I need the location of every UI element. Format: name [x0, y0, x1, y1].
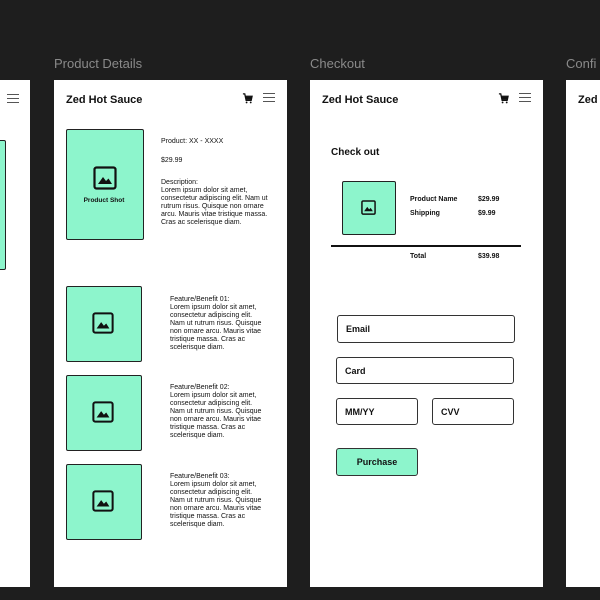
feature-text: Lorem ipsum dolor sit amet, consectetur … — [170, 392, 262, 439]
cart-icon[interactable] — [498, 93, 509, 104]
product-name-label: Product Name — [410, 196, 458, 203]
product-id: Product: XX - XXXX — [161, 138, 224, 145]
image-placeholder-icon — [93, 166, 117, 190]
product-price: $29.99 — [161, 157, 183, 164]
menu-icon[interactable] — [7, 94, 19, 104]
menu-icon[interactable] — [519, 93, 531, 103]
email-field[interactable]: Email — [337, 315, 515, 343]
description-label: Description: — [161, 179, 198, 186]
brand-title: Zed Hot Sauce — [66, 94, 143, 106]
image-placeholder-partial — [0, 140, 6, 270]
feature-text: Lorem ipsum dolor sit amet, consectetur … — [170, 304, 262, 351]
total-price: $39.98 — [478, 253, 500, 260]
description-text: Lorem ipsum dolor sit amet, consectetur … — [161, 187, 268, 226]
image-placeholder-icon — [92, 490, 114, 512]
purchase-button[interactable]: Purchase — [336, 448, 418, 476]
card-field[interactable]: Card — [336, 357, 514, 384]
expiry-field[interactable]: MM/YY — [336, 398, 418, 425]
shipping-label: Shipping — [410, 210, 440, 217]
product-name-price: $29.99 — [478, 196, 500, 203]
frame-previous — [0, 80, 30, 587]
feature-label: Feature/Benefit 03: — [170, 473, 230, 480]
product-image-caption: Product Shot — [83, 197, 125, 204]
total-label: Total — [410, 253, 427, 260]
feature-label: Feature/Benefit 02: — [170, 384, 230, 391]
feature-text: Lorem ipsum dolor sit amet, consectetur … — [170, 481, 262, 528]
brand-title: Zed Hot Sauce — [322, 94, 399, 106]
frame-confirmation — [566, 80, 600, 587]
shipping-price: $9.99 — [478, 210, 496, 217]
cart-icon[interactable] — [242, 93, 253, 104]
frame-label-checkout: Checkout — [310, 56, 365, 71]
checkout-title: Check out — [331, 147, 380, 158]
summary-divider — [331, 245, 521, 247]
image-placeholder-icon — [92, 401, 114, 423]
menu-icon[interactable] — [263, 93, 275, 103]
cvv-field[interactable]: CVV — [432, 398, 514, 425]
image-placeholder-icon — [361, 200, 376, 215]
brand-title-partial: Zed I — [578, 94, 600, 106]
frame-label-product-details: Product Details — [54, 56, 143, 71]
image-placeholder-icon — [92, 312, 114, 334]
frame-label-confirmation: Confi — [566, 56, 597, 71]
feature-label: Feature/Benefit 01: — [170, 296, 230, 303]
